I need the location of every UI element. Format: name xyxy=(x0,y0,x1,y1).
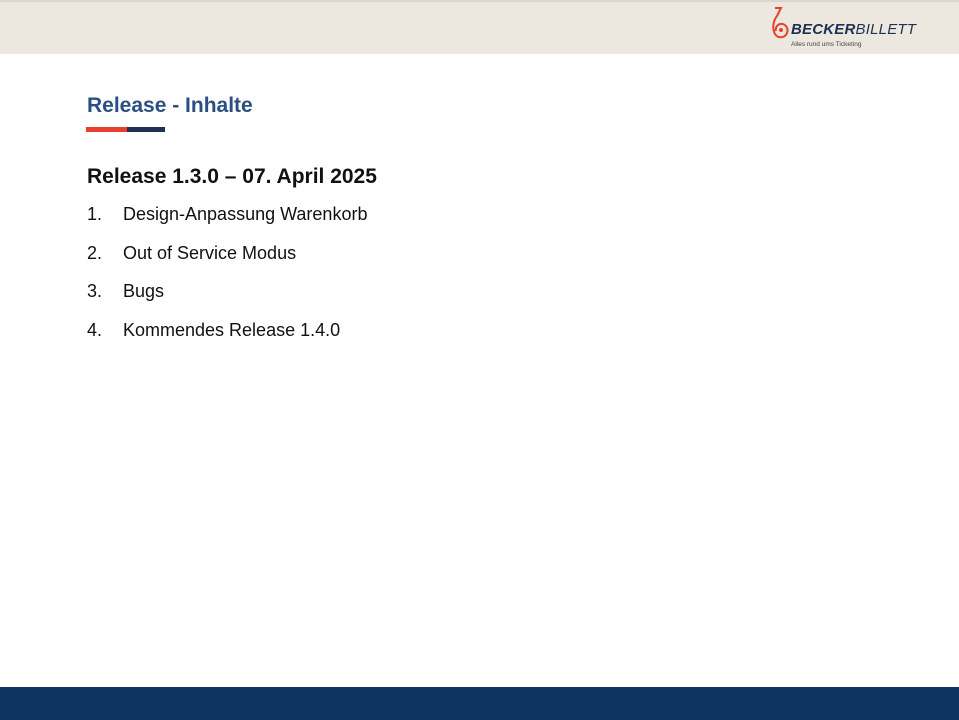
list-item-number: 2. xyxy=(87,242,103,263)
list-item: 3. Bugs xyxy=(87,279,367,318)
list-item-label: Design-Anpassung Warenkorb xyxy=(123,204,368,224)
list-item-label: Bugs xyxy=(123,281,165,302)
list-item-label: Out of Service Modus xyxy=(123,242,297,263)
list-item-number: 4. xyxy=(87,320,103,341)
slide: BECKERBILLETT Alles rund ums Ticketing R… xyxy=(0,0,959,720)
underline-red-segment xyxy=(86,127,127,132)
page-title: Release - Inhalte xyxy=(87,94,253,117)
logo-tagline: Alles rund ums Ticketing xyxy=(791,41,862,48)
list-item: 2. Out of Service Modus xyxy=(87,241,367,280)
list-item-number: 1. xyxy=(87,204,103,224)
footer-bar xyxy=(0,687,959,720)
list-item-number: 3. xyxy=(87,281,103,302)
list-item-label: Kommendes Release 1.4.0 xyxy=(123,320,341,341)
logo-mark-icon xyxy=(772,7,789,39)
list-item: 1. Design-Anpassung Warenkorb xyxy=(87,202,367,241)
company-logo: BECKERBILLETT Alles rund ums Ticketing xyxy=(771,7,916,51)
title-underline xyxy=(86,127,165,132)
logo-name-bold: BECKER xyxy=(791,21,856,38)
logo-wordmark: BECKERBILLETT xyxy=(791,22,916,37)
logo-name-regular: BILLETT xyxy=(855,21,917,38)
list-item: 4. Kommendes Release 1.4.0 xyxy=(87,318,367,357)
header-bar: BECKERBILLETT Alles rund ums Ticketing xyxy=(0,0,959,54)
release-items-list: 1. Design-Anpassung Warenkorb 2. Out of … xyxy=(87,202,367,357)
underline-blue-segment xyxy=(127,127,165,132)
release-heading: Release 1.3.0 – 07. April 2025 xyxy=(87,165,377,188)
